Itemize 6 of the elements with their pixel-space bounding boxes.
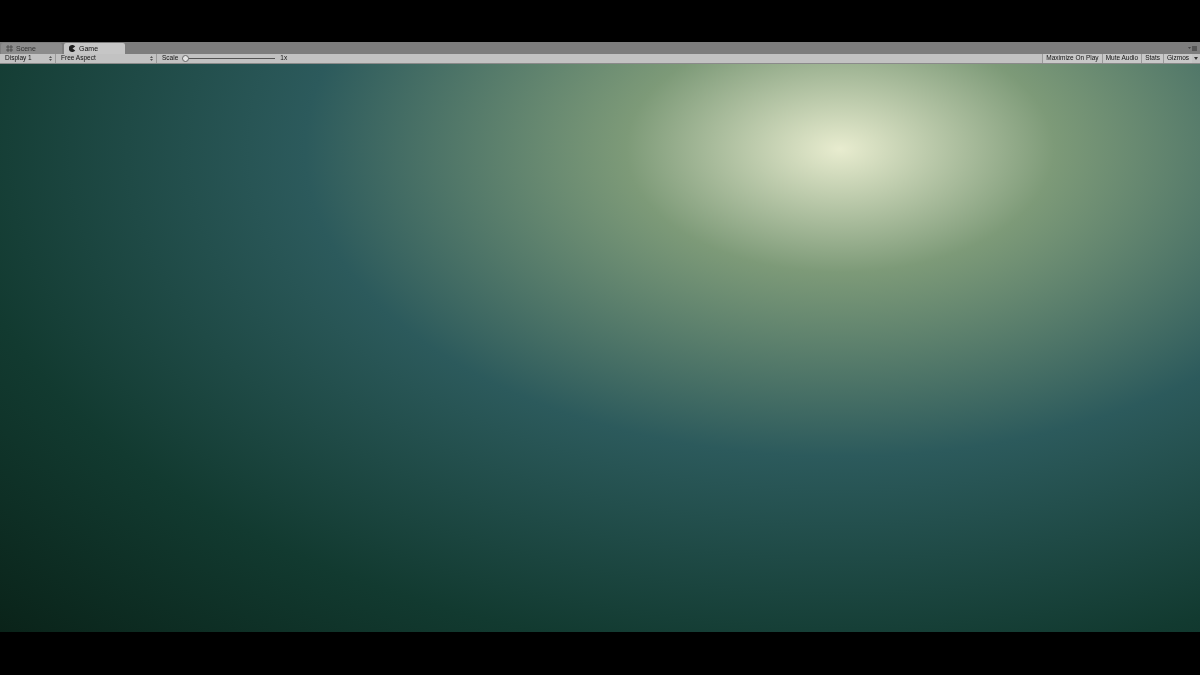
scale-slider-thumb[interactable] bbox=[182, 55, 190, 62]
up-down-arrows-icon bbox=[49, 56, 52, 61]
grid-icon bbox=[6, 45, 13, 52]
caret-icon[interactable] bbox=[1194, 57, 1198, 60]
up-down-arrows-icon bbox=[150, 56, 153, 61]
pacman-icon bbox=[69, 45, 76, 52]
